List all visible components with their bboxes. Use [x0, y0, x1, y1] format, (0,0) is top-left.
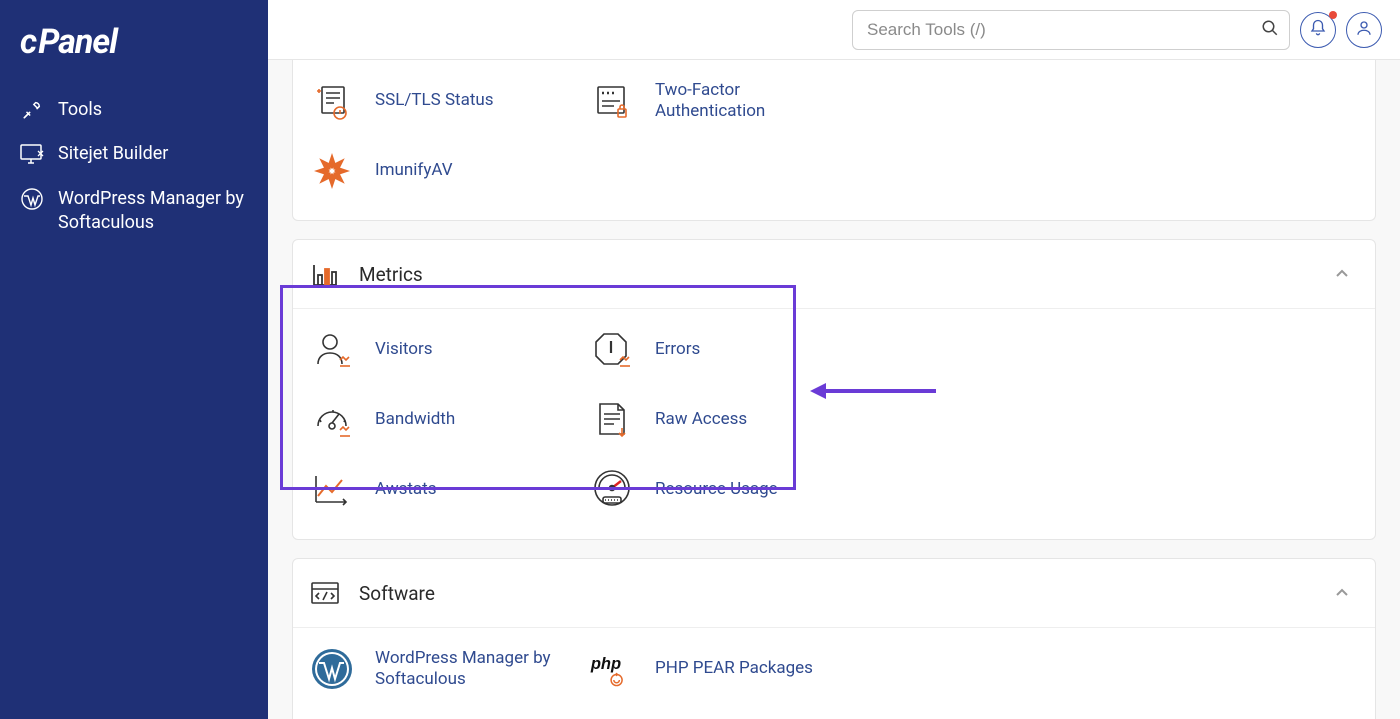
php-icon: php — [589, 646, 635, 692]
bar-chart-icon — [309, 258, 341, 290]
chevron-up-icon[interactable] — [1333, 265, 1351, 283]
visitors-icon — [309, 327, 355, 373]
resource-usage-icon — [589, 467, 635, 513]
monitor-icon — [20, 142, 44, 166]
topbar — [268, 0, 1400, 60]
tool-label: Errors — [655, 339, 700, 360]
sidebar-item-tools[interactable]: Tools — [20, 88, 248, 132]
user-icon — [1355, 19, 1373, 41]
brand-logo[interactable]: cPanel — [20, 22, 248, 62]
search-input[interactable] — [867, 20, 1253, 40]
tool-label: Visitors — [375, 339, 433, 360]
bell-icon — [1309, 19, 1327, 41]
search-icon[interactable] — [1261, 19, 1279, 41]
search-box[interactable] — [852, 10, 1290, 50]
sidebar-item-label: WordPress Manager by Softaculous — [58, 187, 248, 236]
ssl-status-icon — [309, 78, 355, 124]
panel-software: Software WordPress Manager by Softaculou… — [292, 558, 1376, 719]
tool-visitors[interactable]: Visitors — [309, 317, 589, 383]
bandwidth-icon — [309, 397, 355, 443]
sidebar-item-label: Tools — [58, 98, 102, 122]
sidebar-item-sitejet[interactable]: Sitejet Builder — [20, 132, 248, 176]
tool-errors[interactable]: Errors — [589, 317, 869, 383]
code-window-icon — [309, 577, 341, 609]
panel-title: Software — [359, 582, 1315, 605]
account-button[interactable] — [1346, 12, 1382, 48]
sidebar: cPanel Tools Sitejet Builder — [0, 0, 268, 719]
tool-label: ImunifyAV — [375, 160, 453, 181]
wordpress-icon — [20, 187, 44, 211]
tool-wordpress-manager[interactable]: WordPress Manager by Softaculous — [309, 636, 589, 702]
tool-label: Two-Factor Authentication — [655, 80, 835, 123]
tool-label: Raw Access — [655, 409, 747, 430]
notification-dot — [1329, 11, 1337, 19]
tool-label: PHP PEAR Packages — [655, 658, 813, 679]
tool-bandwidth[interactable]: Bandwidth — [309, 387, 589, 453]
panel-security: SSL/TLS Status Two-Factor Authentication — [292, 60, 1376, 221]
tool-php-pear[interactable]: php PHP PEAR Packages — [589, 636, 869, 702]
wrench-icon — [20, 98, 44, 122]
tool-awstats[interactable]: Awstats — [309, 457, 589, 523]
tool-raw-access[interactable]: Raw Access — [589, 387, 869, 453]
sidebar-item-label: Sitejet Builder — [58, 142, 168, 166]
tool-optimize-website[interactable]: Optimize Website — [309, 706, 589, 719]
tool-ssl-tls-status[interactable]: SSL/TLS Status — [309, 68, 589, 134]
panel-header-software[interactable]: Software — [293, 559, 1375, 628]
tool-label: SSL/TLS Status — [375, 90, 494, 111]
tool-label: Awstats — [375, 479, 437, 500]
two-factor-icon — [589, 78, 635, 124]
tool-two-factor[interactable]: Two-Factor Authentication — [589, 68, 869, 134]
wordpress-icon — [309, 646, 355, 692]
main-content: SSL/TLS Status Two-Factor Authentication — [268, 60, 1400, 719]
panel-metrics: Metrics Visitors — [292, 239, 1376, 540]
tool-label: WordPress Manager by Softaculous — [375, 648, 555, 691]
panel-title: Metrics — [359, 263, 1315, 286]
tool-imunifyav[interactable]: ImunifyAV — [309, 138, 589, 204]
raw-access-icon — [589, 397, 635, 443]
sidebar-item-wordpress[interactable]: WordPress Manager by Softaculous — [20, 177, 248, 246]
tool-application-manager[interactable]: Application Manager — [589, 706, 869, 719]
svg-text:php: php — [590, 654, 621, 673]
notifications-button[interactable] — [1300, 12, 1336, 48]
tool-resource-usage[interactable]: Resource Usage — [589, 457, 869, 523]
tool-label: Bandwidth — [375, 409, 455, 430]
awstats-icon — [309, 467, 355, 513]
errors-icon — [589, 327, 635, 373]
panel-header-metrics[interactable]: Metrics — [293, 240, 1375, 309]
chevron-up-icon[interactable] — [1333, 584, 1351, 602]
tool-label: Resource Usage — [655, 479, 778, 500]
imunify-icon — [309, 148, 355, 194]
